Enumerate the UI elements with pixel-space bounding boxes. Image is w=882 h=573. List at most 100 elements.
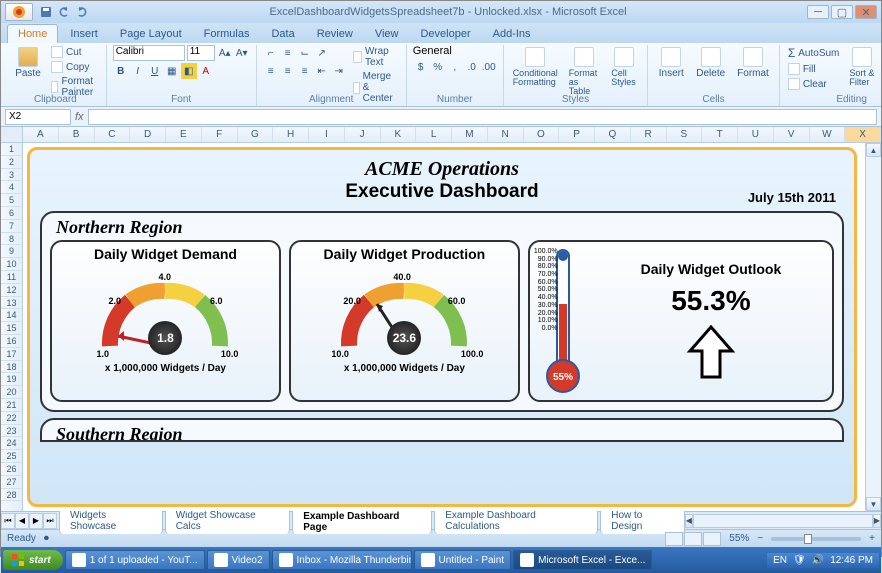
row-header-13[interactable]: 13 <box>1 297 22 310</box>
col-header-N[interactable]: N <box>488 127 524 142</box>
col-header-M[interactable]: M <box>452 127 488 142</box>
tab-insert[interactable]: Insert <box>60 25 108 43</box>
office-button[interactable] <box>5 3 33 21</box>
row-header-2[interactable]: 2 <box>1 156 22 169</box>
tray-icon[interactable]: 🔊 <box>812 555 824 566</box>
italic-button[interactable]: I <box>130 63 146 79</box>
row-header-21[interactable]: 21 <box>1 399 22 412</box>
view-pagebreak-button[interactable] <box>703 532 721 546</box>
maximize-button[interactable]: ▢ <box>831 5 853 19</box>
bold-button[interactable]: B <box>113 63 129 79</box>
row-header-9[interactable]: 9 <box>1 245 22 258</box>
zoom-slider[interactable] <box>771 537 861 541</box>
col-header-S[interactable]: S <box>667 127 703 142</box>
insert-cells-button[interactable]: Insert <box>654 45 688 81</box>
row-header-11[interactable]: 11 <box>1 271 22 284</box>
format-cells-button[interactable]: Format <box>733 45 773 81</box>
tab-home[interactable]: Home <box>7 24 58 43</box>
zoom-out-button[interactable]: − <box>757 533 763 544</box>
row-header-5[interactable]: 5 <box>1 194 22 207</box>
taskbar-item[interactable]: Untitled - Paint <box>414 550 512 570</box>
col-header-U[interactable]: U <box>738 127 774 142</box>
col-header-G[interactable]: G <box>238 127 274 142</box>
row-header-4[interactable]: 4 <box>1 181 22 194</box>
col-header-O[interactable]: O <box>524 127 560 142</box>
border-button[interactable]: ▦ <box>164 63 180 79</box>
grow-font-button[interactable]: A▴ <box>217 45 233 61</box>
col-header-B[interactable]: B <box>59 127 95 142</box>
sort-filter-button[interactable]: Sort & Filter <box>845 45 879 89</box>
shrink-font-button[interactable]: A▾ <box>234 45 250 61</box>
tray-lang[interactable]: EN <box>773 555 787 566</box>
tab-addins[interactable]: Add-Ins <box>483 25 541 43</box>
font-size-select[interactable]: 11 <box>187 45 215 61</box>
col-header-P[interactable]: P <box>559 127 595 142</box>
col-header-T[interactable]: T <box>702 127 738 142</box>
fill-button[interactable]: Fill <box>786 62 842 76</box>
tab-developer[interactable]: Developer <box>410 25 480 43</box>
row-header-14[interactable]: 14 <box>1 309 22 322</box>
tab-formulas[interactable]: Formulas <box>194 25 260 43</box>
align-right-button[interactable]: ≡ <box>297 63 313 79</box>
cut-button[interactable]: Cut <box>49 45 100 59</box>
tab-review[interactable]: Review <box>307 25 363 43</box>
conditional-formatting-button[interactable]: Conditional Formatting <box>510 45 561 89</box>
clear-button[interactable]: Clear <box>786 77 842 91</box>
hscroll-right[interactable]: ▶ <box>873 514 881 528</box>
taskbar-item[interactable]: Microsoft Excel - Exce... <box>513 550 652 570</box>
fill-color-button[interactable]: ◧ <box>181 63 197 79</box>
scroll-down-button[interactable]: ▼ <box>866 497 881 511</box>
col-header-W[interactable]: W <box>810 127 846 142</box>
paste-button[interactable]: Paste <box>11 45 45 81</box>
row-header-16[interactable]: 16 <box>1 335 22 348</box>
col-header-D[interactable]: D <box>130 127 166 142</box>
tray-time[interactable]: 12:46 PM <box>830 555 873 566</box>
minimize-button[interactable]: ─ <box>807 5 829 19</box>
sheet-tab[interactable]: How to Design <box>600 508 684 534</box>
redo-icon[interactable] <box>75 5 89 19</box>
view-layout-button[interactable] <box>684 532 702 546</box>
cell-styles-button[interactable]: Cell Styles <box>607 45 641 89</box>
taskbar-item[interactable]: Video2 <box>207 550 270 570</box>
sheet-tab[interactable]: Widgets Showcase <box>59 508 163 534</box>
col-header-H[interactable]: H <box>273 127 309 142</box>
row-header-22[interactable]: 22 <box>1 412 22 425</box>
align-left-button[interactable]: ≡ <box>263 63 279 79</box>
tab-view[interactable]: View <box>365 25 409 43</box>
row-header-28[interactable]: 28 <box>1 489 22 502</box>
col-header-L[interactable]: L <box>416 127 452 142</box>
row-header-23[interactable]: 23 <box>1 425 22 438</box>
row-header-10[interactable]: 10 <box>1 258 22 271</box>
col-header-R[interactable]: R <box>631 127 667 142</box>
tab-page-layout[interactable]: Page Layout <box>110 25 192 43</box>
row-header-1[interactable]: 1 <box>1 143 22 156</box>
col-header-F[interactable]: F <box>202 127 238 142</box>
fx-icon[interactable]: fx <box>75 111 84 123</box>
delete-cells-button[interactable]: Delete <box>692 45 729 81</box>
sheet-tab[interactable]: Widget Showcase Calcs <box>165 508 291 534</box>
tab-data[interactable]: Data <box>261 25 304 43</box>
sheet-tab[interactable]: Example Dashboard Calculations <box>434 508 598 534</box>
macro-record-icon[interactable]: ⏺ <box>44 533 49 544</box>
row-header-6[interactable]: 6 <box>1 207 22 220</box>
save-icon[interactable] <box>39 5 53 19</box>
hscroll-track[interactable] <box>693 514 873 528</box>
col-header-X[interactable]: X <box>845 127 881 142</box>
hscroll-left[interactable]: ◀ <box>685 514 693 528</box>
wrap-text-button[interactable]: Wrap Text <box>351 45 400 69</box>
scroll-track[interactable] <box>866 157 881 497</box>
sheet-tab[interactable]: Example Dashboard Page <box>292 508 432 534</box>
row-header-7[interactable]: 7 <box>1 220 22 233</box>
undo-icon[interactable] <box>57 5 71 19</box>
row-header-24[interactable]: 24 <box>1 437 22 450</box>
tab-nav-next[interactable]: ▶ <box>29 513 43 529</box>
tab-nav-last[interactable]: ⏭ <box>43 513 57 529</box>
align-center-button[interactable]: ≡ <box>280 63 296 79</box>
tray-icon[interactable]: 🛡 <box>793 555 806 566</box>
vertical-scrollbar[interactable]: ▲ ▼ <box>865 143 881 511</box>
align-middle-button[interactable]: ≡ <box>280 45 296 61</box>
row-header-17[interactable]: 17 <box>1 348 22 361</box>
row-header-15[interactable]: 15 <box>1 322 22 335</box>
align-bottom-button[interactable]: ⌙ <box>297 45 313 61</box>
col-header-J[interactable]: J <box>345 127 381 142</box>
